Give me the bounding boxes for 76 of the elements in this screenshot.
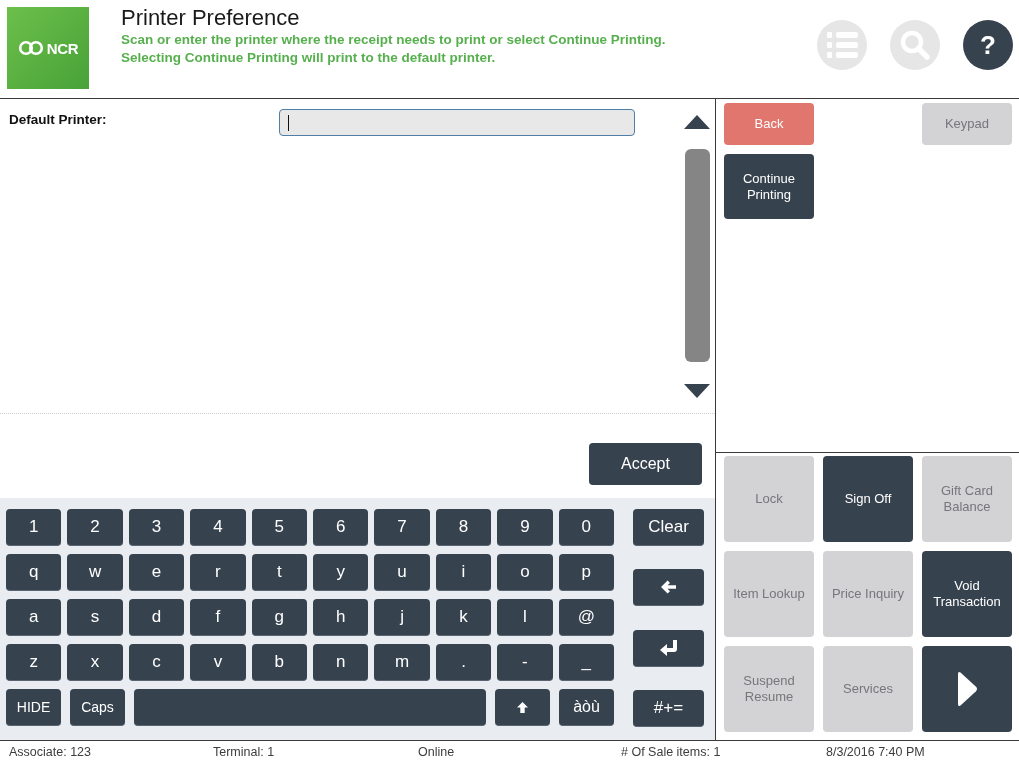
keyboard-key[interactable]: r: [190, 554, 246, 591]
text-cursor-icon: [288, 115, 289, 131]
keyboard-key[interactable]: u: [374, 554, 430, 591]
keyboard-key[interactable]: z: [6, 644, 62, 681]
keyboard-key[interactable]: .: [435, 644, 492, 681]
status-text: # Of Sale items: 1: [620, 744, 722, 761]
status-text: Online: [417, 744, 456, 761]
shift-key[interactable]: [495, 689, 550, 726]
keyboard-key[interactable]: o: [497, 554, 553, 591]
accept-button[interactable]: Accept: [589, 443, 702, 485]
keyboard-key[interactable]: 7: [374, 509, 430, 546]
keyboard-key[interactable]: 4: [190, 509, 246, 546]
keyboard-key[interactable]: p: [558, 554, 614, 591]
printer-field[interactable]: [279, 109, 635, 136]
keyboard-key[interactable]: v: [190, 644, 246, 681]
keyboard-key[interactable]: _: [558, 644, 614, 681]
logo-text: NCR: [46, 39, 79, 57]
search-icon: [900, 30, 930, 60]
return-arrow-icon: [659, 639, 678, 656]
keyboard-key[interactable]: 5: [251, 509, 307, 546]
keyboard-key[interactable]: g: [251, 599, 307, 636]
keyboard-key[interactable]: 0: [558, 509, 614, 546]
action-button[interactable]: Continue Printing: [724, 154, 814, 219]
status-text: 8/3/2016 7:40 PM: [825, 744, 926, 761]
keyboard-key[interactable]: i: [435, 554, 492, 591]
keyboard-key[interactable]: #+=: [633, 690, 704, 727]
page-title: Printer Preference: [121, 4, 301, 31]
keyboard-key[interactable]: 1: [6, 509, 62, 546]
keyboard-key[interactable]: Caps: [70, 689, 125, 726]
scrollbar-thumb[interactable]: [684, 149, 710, 362]
keyboard-key[interactable]: HIDE: [6, 689, 61, 726]
keyboard-key[interactable]: Clear: [633, 509, 704, 546]
keyboard-key[interactable]: 8: [435, 509, 492, 546]
next-button[interactable]: [922, 646, 1012, 732]
keyboard-key[interactable]: -: [497, 644, 553, 681]
arrow-up-icon: [517, 701, 528, 713]
keyboard-key[interactable]: 3: [128, 509, 185, 546]
keyboard-key[interactable]: l: [497, 599, 553, 636]
keyboard-key[interactable]: b: [251, 644, 307, 681]
function-button[interactable]: Void Transaction: [922, 551, 1012, 637]
keyboard-key[interactable]: s: [67, 599, 123, 636]
instruction-text: Selecting Continue Printing will print to the default printer.: [121, 49, 497, 67]
list-icon: [826, 30, 858, 60]
help-button[interactable]: ?: [963, 20, 1013, 70]
keyboard-key[interactable]: m: [374, 644, 430, 681]
backspace-key[interactable]: [633, 569, 704, 607]
keyboard-key[interactable]: 2: [67, 509, 123, 546]
instruction-text: Scan or enter the printer where the receipt needs to print or select Continue Printing.: [121, 31, 666, 49]
keyboard-key[interactable]: y: [313, 554, 369, 591]
keyboard-key[interactable]: h: [313, 599, 369, 636]
function-button[interactable]: Sign Off: [823, 456, 913, 542]
rings-icon: [17, 40, 44, 56]
triangle-down-icon[interactable]: [684, 384, 710, 398]
keyboard-key[interactable]: e: [128, 554, 185, 591]
keyboard-key[interactable]: àòù: [559, 689, 614, 726]
keyboard-key[interactable]: k: [435, 599, 492, 636]
arrow-left-icon: [661, 580, 676, 595]
status-text: Associate: 123: [8, 744, 92, 761]
keyboard-key[interactable]: q: [6, 554, 62, 591]
keyboard-key[interactable]: d: [128, 599, 185, 636]
triangle-up-icon[interactable]: [684, 115, 710, 129]
keyboard-key[interactable]: @: [558, 599, 614, 636]
keyboard-key[interactable]: f: [190, 599, 246, 636]
keyboard-key[interactable]: a: [6, 599, 62, 636]
keyboard-key[interactable]: c: [128, 644, 185, 681]
triangle-right-icon: [956, 671, 978, 707]
keyboard-key[interactable]: 6: [313, 509, 369, 546]
keyboard-key[interactable]: x: [67, 644, 123, 681]
keyboard-key[interactable]: t: [251, 554, 307, 591]
keyboard-key[interactable]: j: [374, 599, 430, 636]
field-label: Default Printer:: [9, 112, 108, 128]
keyboard-key[interactable]: w: [67, 554, 123, 591]
enter-key[interactable]: [633, 629, 704, 667]
keyboard-key[interactable]: 9: [497, 509, 553, 546]
status-text: Terminal: 1: [212, 744, 276, 761]
keyboard-key[interactable]: n: [313, 644, 369, 681]
